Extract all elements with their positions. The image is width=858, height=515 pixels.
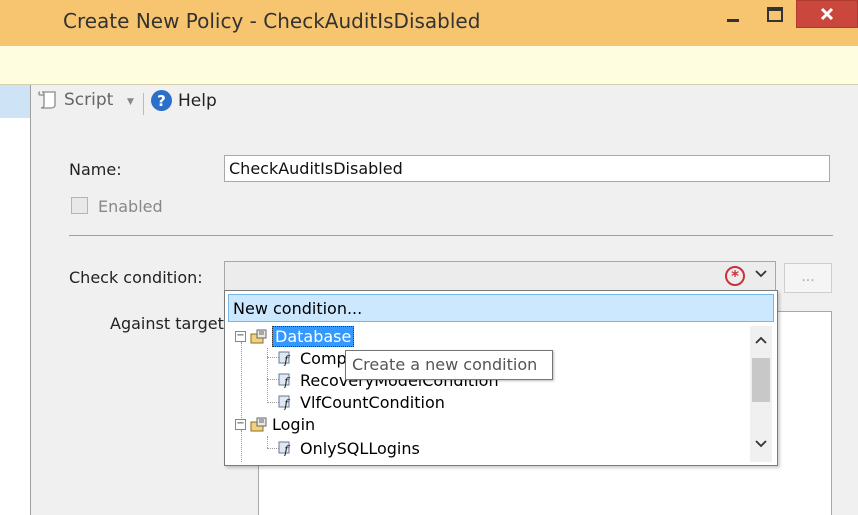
condition-icon: f	[278, 373, 291, 388]
tree-item-label: OnlySQLLogins	[300, 438, 420, 458]
tree-node-database[interactable]: − Database	[235, 326, 355, 347]
enabled-checkbox[interactable]	[71, 197, 88, 214]
help-label: Help	[178, 90, 217, 111]
name-field[interactable]	[224, 155, 830, 182]
tree-node-login[interactable]: − Login	[235, 413, 315, 435]
tree-item-label: VlfCountCondition	[300, 392, 445, 412]
maximize-icon	[767, 7, 783, 22]
scrollbar-thumb[interactable]	[752, 358, 770, 402]
condition-tree: − Database f CompatibilityLevelCondition…	[228, 326, 748, 462]
svg-text:f: f	[283, 397, 291, 410]
tree-item-condition[interactable]: f VlfCountCondition	[278, 391, 445, 413]
new-condition-item[interactable]: New condition...	[228, 294, 774, 322]
close-button[interactable]	[796, 0, 858, 28]
info-bar	[0, 46, 858, 85]
scroll-up-arrow-icon[interactable]	[750, 332, 772, 346]
against-targets-label: Against targets	[110, 314, 233, 333]
svg-text:f: f	[283, 375, 291, 388]
script-dropdown-arrow-icon[interactable]: ▼	[127, 97, 134, 107]
condition-icon: f	[278, 441, 291, 456]
help-button[interactable]: ? Help	[151, 90, 217, 111]
vertical-scrollbar[interactable]	[750, 326, 772, 462]
close-icon	[820, 7, 834, 21]
maximize-button[interactable]	[756, 0, 794, 30]
svg-text:f: f	[283, 443, 291, 456]
condition-icon: f	[278, 351, 291, 366]
collapse-toggle-icon[interactable]: −	[235, 418, 246, 430]
tree-node-label: Database	[272, 326, 355, 347]
script-button[interactable]: Script	[37, 90, 113, 110]
window-title: Create New Policy - CheckAuditIsDisabled	[63, 9, 481, 33]
condition-icon: f	[278, 395, 291, 410]
scroll-down-arrow-icon[interactable]	[750, 436, 772, 450]
section-divider	[69, 235, 833, 236]
page-selector-panel[interactable]	[0, 85, 31, 515]
page-selector-selected-item[interactable]	[0, 85, 30, 118]
tree-node-label: Login	[272, 414, 316, 434]
help-icon: ?	[151, 90, 172, 111]
script-icon	[38, 91, 56, 109]
enabled-label: Enabled	[98, 197, 163, 216]
script-label: Script	[64, 90, 114, 110]
browse-condition-button[interactable]: ...	[784, 263, 832, 293]
chevron-down-icon[interactable]	[753, 266, 769, 286]
toolbar: Script ▼ ? Help	[31, 85, 858, 123]
svg-text:f: f	[283, 353, 291, 366]
tooltip: Create a new condition	[345, 350, 553, 380]
toolbar-separator	[143, 93, 144, 115]
collapse-toggle-icon[interactable]: −	[235, 330, 246, 342]
check-condition-label: Check condition:	[69, 268, 203, 287]
name-label: Name:	[69, 160, 122, 179]
facet-icon	[250, 329, 267, 344]
tree-item-condition[interactable]: f OnlySQLLogins	[278, 437, 420, 459]
minimize-button[interactable]	[716, 0, 750, 30]
facet-icon	[250, 417, 267, 432]
minimize-icon	[727, 19, 739, 22]
check-condition-combobox[interactable]	[224, 261, 776, 291]
required-error-icon: *	[725, 266, 745, 286]
